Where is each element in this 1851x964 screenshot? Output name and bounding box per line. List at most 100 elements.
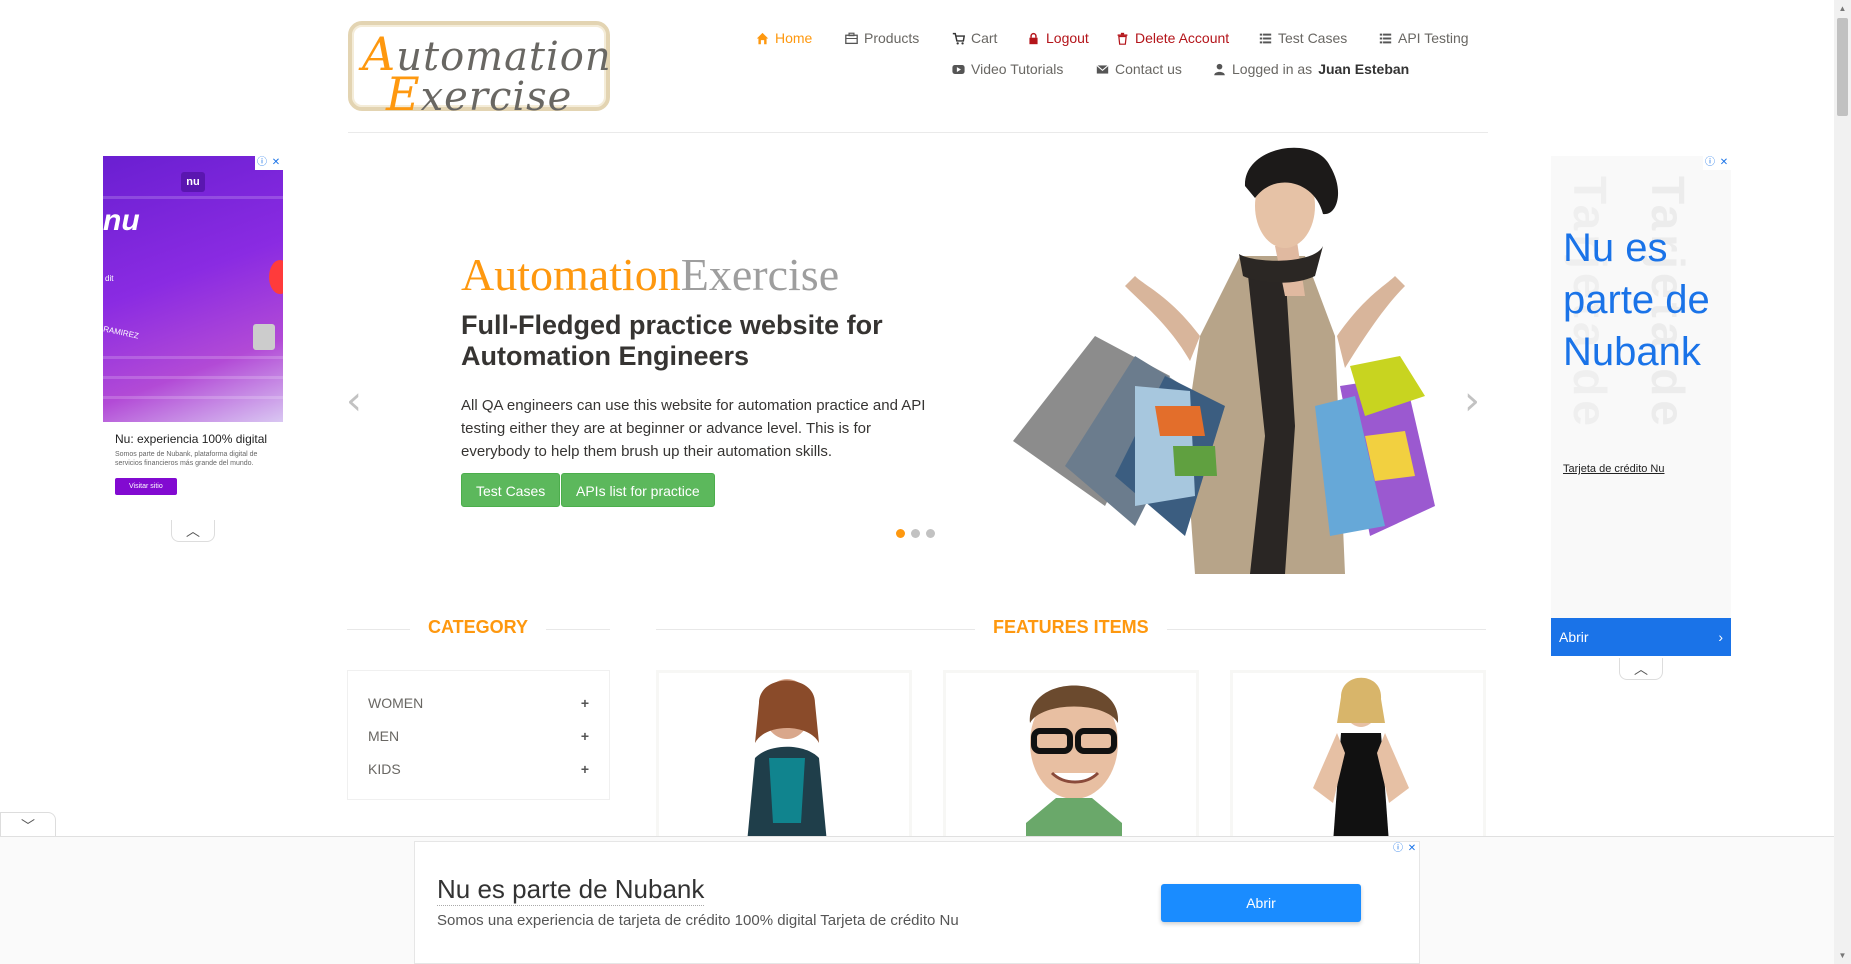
nav-home-label: Home xyxy=(775,30,813,46)
nav-contact-us-label: Contact us xyxy=(1115,61,1182,77)
slider-next-arrow[interactable]: › xyxy=(1464,378,1480,424)
scrollbar-thumb[interactable] xyxy=(1837,18,1848,116)
hero-brand-part2: Exercise xyxy=(680,249,840,300)
hero-test-cases-button[interactable]: Test Cases xyxy=(461,473,561,507)
product-card[interactable] xyxy=(656,670,912,840)
category-title: CATEGORY xyxy=(410,617,547,638)
ad-left-title: Nu: experiencia 100% digital xyxy=(115,432,268,446)
product-card[interactable] xyxy=(1230,670,1486,840)
slider-dot[interactable] xyxy=(926,529,935,538)
scroll-up-icon[interactable]: ▲ xyxy=(1834,0,1851,17)
ad-right-headline: Nu es parte de Nubank xyxy=(1563,226,1710,374)
bottom-ad-title[interactable]: Nu es parte de Nubank xyxy=(437,874,705,906)
nav-api-testing[interactable]: API Testing xyxy=(1379,30,1469,46)
hero-title: Full-Fledged practice website for Automa… xyxy=(461,310,883,371)
ad-stripe xyxy=(103,356,283,359)
bottom-ad-description: Somos una experiencia de tarjeta de créd… xyxy=(437,912,959,929)
bottom-ad-toggle[interactable]: ﹀ xyxy=(0,812,56,838)
user-icon xyxy=(1214,63,1225,75)
card-text: dit xyxy=(105,274,114,283)
ad-left-body: Nu: experiencia 100% digital Somos parte… xyxy=(103,422,283,505)
ad-close-icon[interactable]: ✕ xyxy=(269,156,283,170)
nav-test-cases-label: Test Cases xyxy=(1278,30,1348,46)
category-label: KIDS xyxy=(368,761,401,777)
ad-right-open-button[interactable]: Abrir › xyxy=(1551,618,1731,656)
products-icon xyxy=(845,32,858,44)
logged-in-status: Logged in as Juan Esteban xyxy=(1213,61,1409,77)
cart-icon xyxy=(952,32,965,45)
hero-description: All QA engineers can use this website fo… xyxy=(461,397,926,460)
ad-close-icon[interactable]: ✕ xyxy=(1717,156,1731,170)
ad-left[interactable]: nu nu dit RAMIREZ Nu: experiencia 100% d… xyxy=(103,156,283,520)
nav-test-cases[interactable]: Test Cases xyxy=(1259,30,1347,46)
vertical-scrollbar[interactable]: ▲ ▼ xyxy=(1834,0,1851,964)
ad-info-icon[interactable]: ⓘ xyxy=(1703,156,1717,170)
list-icon xyxy=(1259,33,1272,43)
ad-stripe xyxy=(103,196,283,199)
product-image xyxy=(747,679,827,837)
nav-video-tutorials[interactable]: Video Tutorials xyxy=(952,61,1063,77)
category-label: MEN xyxy=(368,728,400,744)
chevron-right-icon: › xyxy=(1718,629,1723,645)
slider-prev-arrow[interactable]: ‹ xyxy=(346,378,362,424)
header-divider xyxy=(348,132,1488,133)
youtube-icon xyxy=(952,64,965,74)
bottom-ad[interactable]: Nu es parte de Nubank Somos una experien… xyxy=(414,841,1420,964)
product-image xyxy=(1026,685,1122,837)
slider-dot[interactable] xyxy=(911,529,920,538)
nav-api-testing-label: API Testing xyxy=(1398,30,1469,46)
nav-cart[interactable]: Cart xyxy=(952,30,997,46)
category-item-kids[interactable]: KIDS + xyxy=(368,757,589,790)
bottom-ad-open-button[interactable]: Abrir xyxy=(1161,884,1361,922)
product-image xyxy=(1313,677,1409,837)
page: Automation Exercise Home Products Cart L… xyxy=(0,0,1851,964)
ad-left-controls: ⓘ ✕ xyxy=(255,156,283,170)
nav-products-label: Products xyxy=(864,30,920,46)
hero-brand: AutomationExercise xyxy=(461,248,839,301)
ad-right-open-label: Abrir xyxy=(1559,629,1589,645)
hero-brand-part1: Automation xyxy=(461,249,681,300)
nav-delete-account[interactable]: Delete Account xyxy=(1116,30,1229,46)
nu-logo-small: nu xyxy=(181,172,205,192)
logo-line-2: Exercise xyxy=(386,67,573,121)
home-icon xyxy=(756,32,769,44)
category-label: WOMEN xyxy=(368,695,424,711)
ad-stripe xyxy=(103,376,283,379)
product-card[interactable] xyxy=(943,670,1199,840)
category-item-women[interactable]: WOMEN + xyxy=(368,691,589,724)
ad-left-collapse-button[interactable]: ︿ xyxy=(171,520,215,542)
plus-icon[interactable]: + xyxy=(581,757,589,790)
ad-stripe xyxy=(103,396,283,399)
scroll-down-icon[interactable]: ▼ xyxy=(1834,947,1851,964)
ad-info-icon[interactable]: ⓘ xyxy=(1391,842,1405,856)
nav-logout[interactable]: Logout xyxy=(1027,30,1089,46)
nav-video-tutorials-label: Video Tutorials xyxy=(971,61,1064,77)
logged-in-username: Juan Esteban xyxy=(1318,61,1410,77)
envelope-icon xyxy=(1096,64,1109,74)
ad-left-image: nu nu dit RAMIREZ xyxy=(103,156,283,422)
ad-right[interactable]: Tarjeta de Tarjeta de Nu es parte de Nub… xyxy=(1551,156,1731,618)
category-item-men[interactable]: MEN + xyxy=(368,724,589,757)
category-panel: WOMEN + MEN + KIDS + xyxy=(347,670,610,800)
ad-left-description: Somos parte de Nubank, plataforma digita… xyxy=(115,451,258,467)
nu-logo-big: nu xyxy=(103,204,140,237)
ad-close-icon[interactable]: ✕ xyxy=(1405,842,1419,856)
ad-info-icon[interactable]: ⓘ xyxy=(255,156,269,170)
nav-home[interactable]: Home xyxy=(756,30,812,46)
card-holder-name: RAMIREZ xyxy=(103,324,140,341)
ad-right-collapse-button[interactable]: ︿ xyxy=(1619,658,1663,680)
site-logo[interactable]: Automation Exercise xyxy=(348,21,611,121)
plus-icon[interactable]: + xyxy=(581,691,589,724)
ad-right-subtitle[interactable]: Tarjeta de crédito Nu xyxy=(1563,463,1665,475)
nav-delete-account-label: Delete Account xyxy=(1135,30,1230,46)
ad-left-visit-button[interactable]: Visitar sitio xyxy=(115,478,177,495)
slider-indicators xyxy=(896,529,935,538)
bottom-ad-controls: ⓘ ✕ xyxy=(1391,842,1419,856)
ad-right-controls: ⓘ ✕ xyxy=(1703,156,1731,170)
nav-contact-us[interactable]: Contact us xyxy=(1096,61,1182,77)
hero-apis-button[interactable]: APIs list for practice xyxy=(561,473,715,507)
slider-dot[interactable] xyxy=(896,529,905,538)
nav-products[interactable]: Products xyxy=(845,30,919,46)
plus-icon[interactable]: + xyxy=(581,724,589,757)
nav-cart-label: Cart xyxy=(971,30,998,46)
